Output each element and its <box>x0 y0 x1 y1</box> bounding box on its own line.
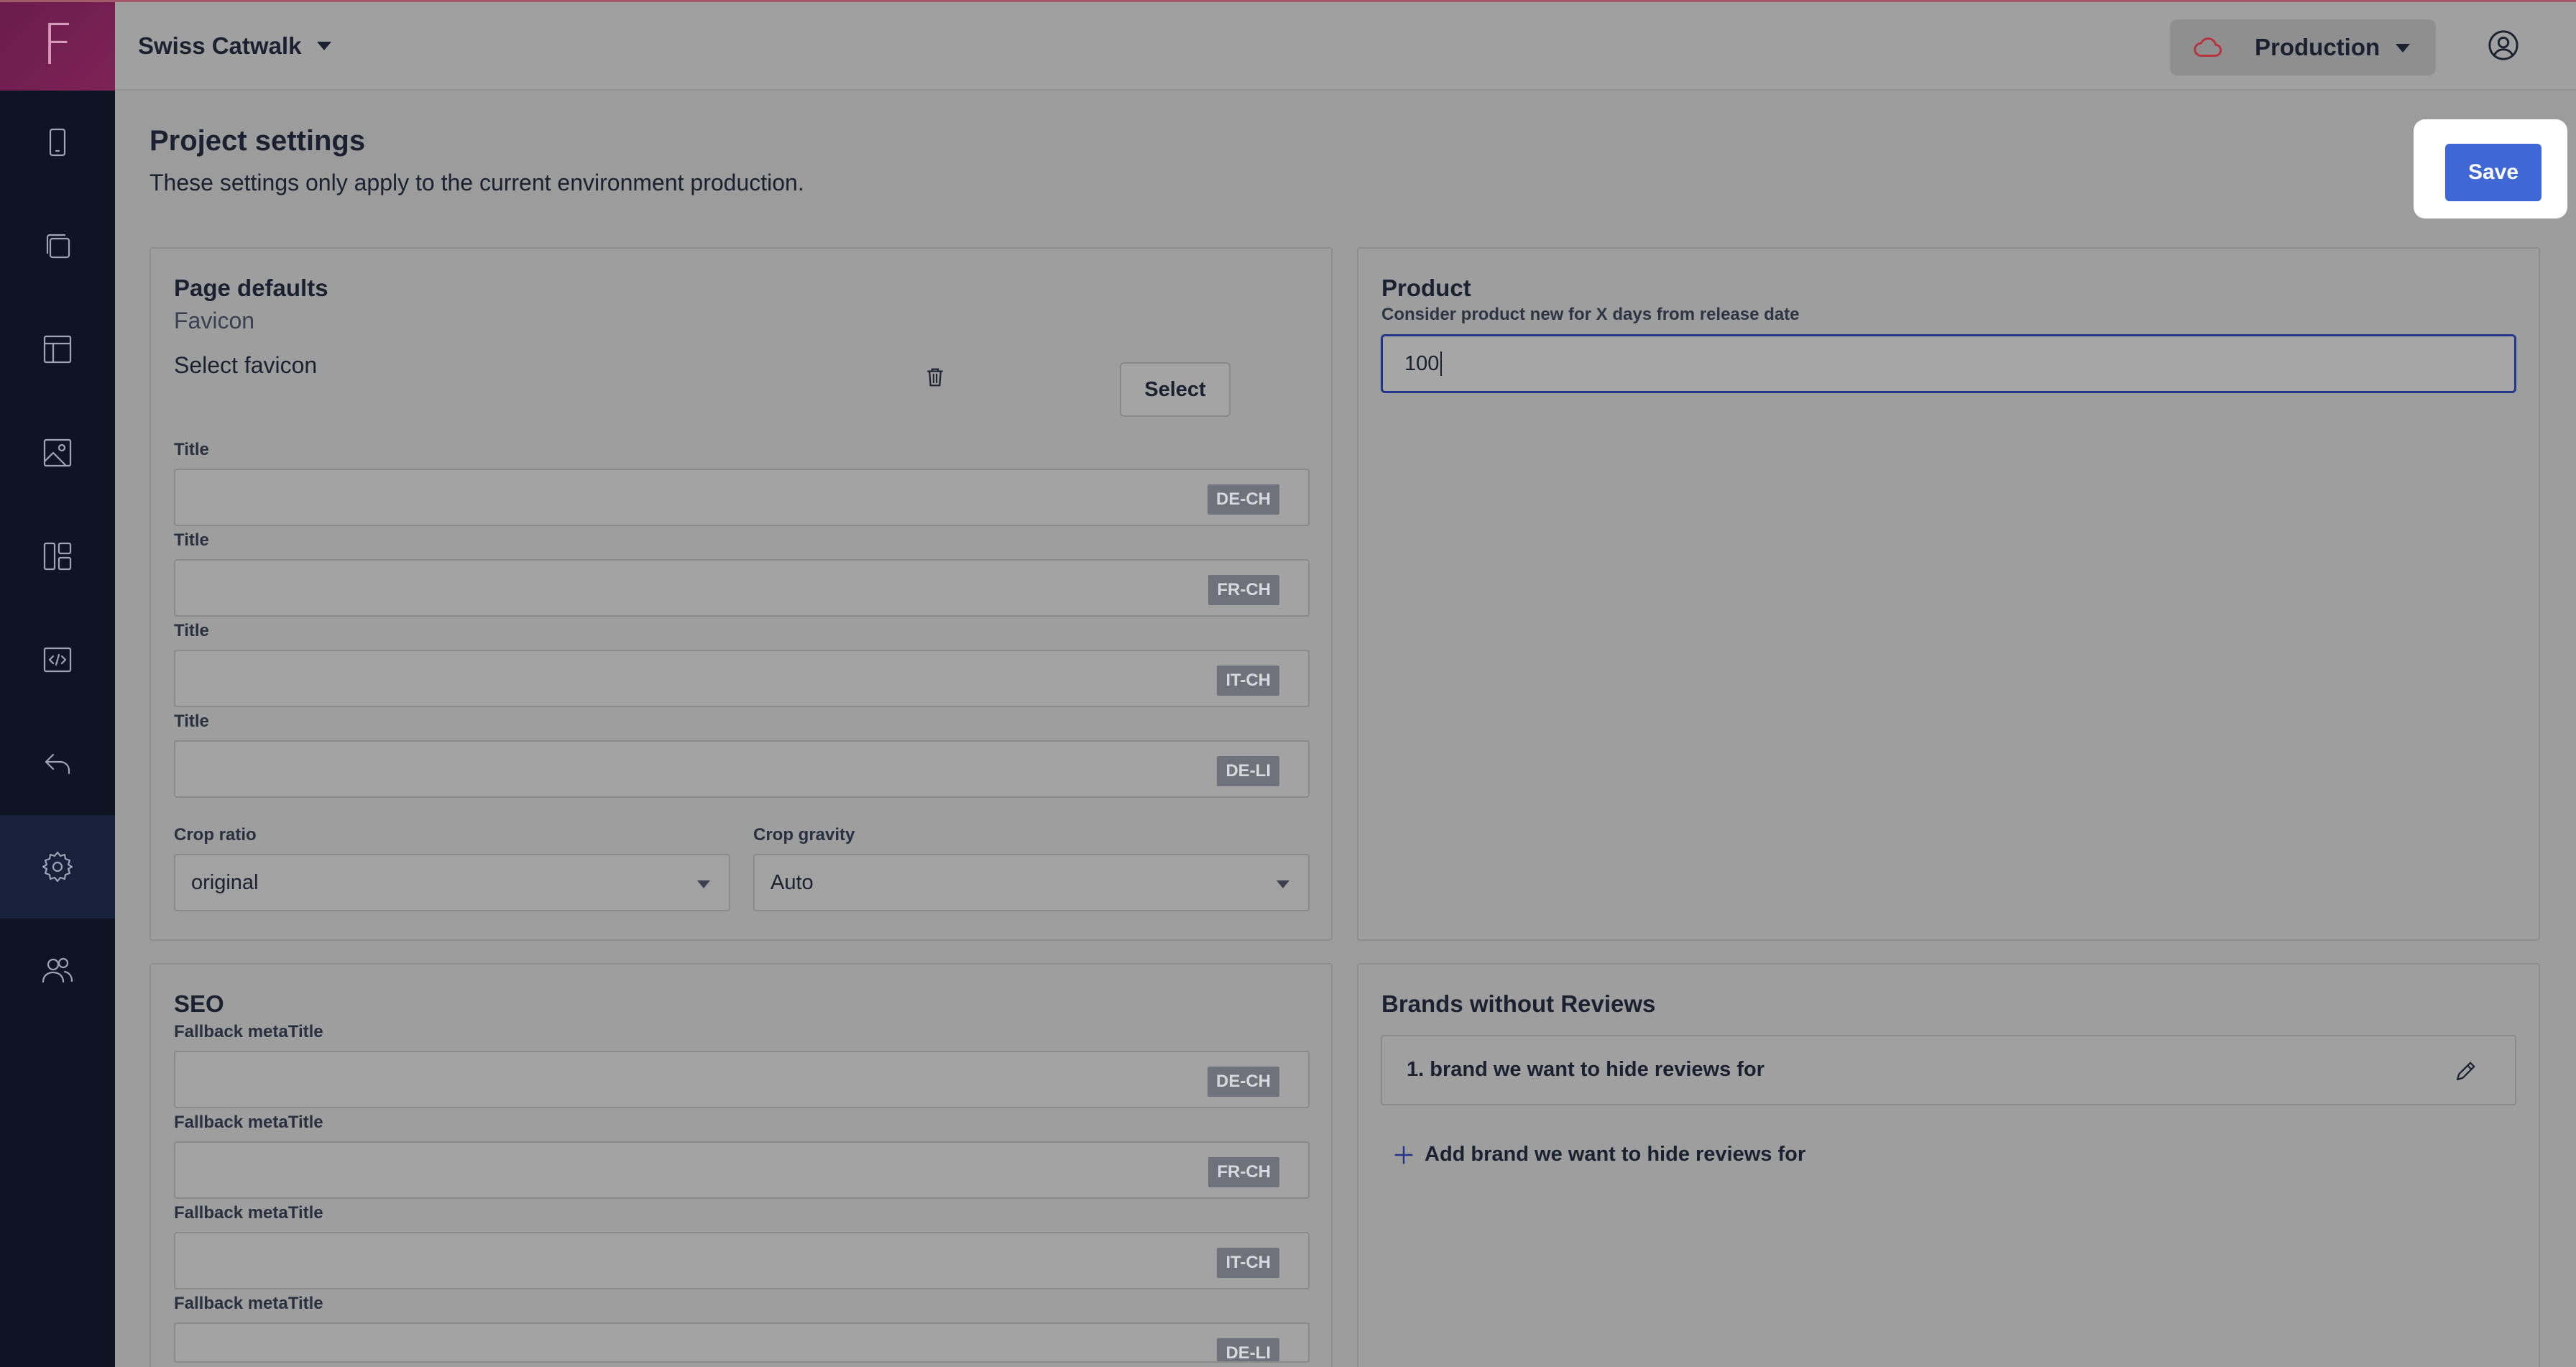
favicon-placeholder: Select favicon <box>174 352 318 378</box>
environment-switcher[interactable]: Production <box>2170 19 2436 75</box>
components-icon <box>43 542 72 571</box>
page-defaults-title: Page defaults <box>174 275 328 301</box>
seo-title: SEO <box>174 990 224 1017</box>
title-label-fr-ch: Title <box>174 530 209 550</box>
sidebar: F <box>0 0 115 1367</box>
chevron-down-icon <box>317 42 332 50</box>
sidebar-item-devices[interactable] <box>0 91 115 194</box>
edit-pencil-icon[interactable] <box>2453 1058 2479 1084</box>
sidebar-item-layouts[interactable] <box>0 298 115 401</box>
locale-badge: FR-CH <box>1208 1157 1279 1187</box>
fallback-meta-label-it-ch: Fallback metaTitle <box>174 1203 323 1223</box>
sidebar-item-users[interactable] <box>0 919 115 1022</box>
brand-item-label: 1. brand we want to hide reviews for <box>1407 1058 1765 1081</box>
fallback-meta-label-de-ch: Fallback metaTitle <box>174 1022 323 1041</box>
select-favicon-button[interactable]: Select <box>1120 362 1230 417</box>
sidebar-item-redirects[interactable] <box>0 712 115 815</box>
fallback-meta-input-it-ch[interactable]: IT-CH <box>174 1232 1310 1289</box>
settings-icon <box>42 851 73 883</box>
title-input-de-li[interactable]: DE-LI <box>174 740 1310 798</box>
title-label-de-li: Title <box>174 712 209 731</box>
add-brand-label: Add brand we want to hide reviews for <box>1425 1143 1806 1166</box>
user-account-icon[interactable] <box>2487 29 2520 62</box>
add-brand-button[interactable]: Add brand we want to hide reviews for <box>1393 1143 1806 1166</box>
app-logo[interactable]: F <box>0 0 115 91</box>
mobile-icon <box>49 128 66 157</box>
sidebar-item-media[interactable] <box>0 401 115 505</box>
sidebar-item-code[interactable] <box>0 608 115 712</box>
top-accent-line <box>0 0 2576 2</box>
product-title: Product <box>1381 275 1471 301</box>
layout-icon <box>43 335 72 364</box>
locale-badge: DE-LI <box>1217 756 1279 786</box>
chevron-down-icon <box>2396 44 2410 52</box>
title-input-fr-ch[interactable]: FR-CH <box>174 559 1310 617</box>
project-switcher[interactable]: Swiss Catwalk <box>138 29 332 63</box>
chevron-down-icon <box>1276 880 1289 888</box>
locale-badge: IT-CH <box>1217 1248 1279 1278</box>
favicon-label: Favicon <box>174 308 255 333</box>
project-name: Swiss Catwalk <box>138 32 302 59</box>
new-days-label: Consider product new for X days from rel… <box>1381 305 1800 324</box>
locale-badge: IT-CH <box>1217 666 1279 696</box>
locale-badge: FR-CH <box>1208 575 1279 605</box>
plus-icon <box>1394 1146 1413 1164</box>
redirect-icon <box>45 753 70 775</box>
new-days-input[interactable]: 100 <box>1381 334 2516 393</box>
title-input-it-ch[interactable]: IT-CH <box>174 650 1310 707</box>
crop-gravity-value: Auto <box>770 870 814 894</box>
fallback-meta-input-de-ch[interactable]: DE-CH <box>174 1051 1310 1108</box>
crop-ratio-value: original <box>191 870 259 894</box>
crop-gravity-label: Crop gravity <box>753 825 855 844</box>
brands-title: Brands without Reviews <box>1381 990 1656 1017</box>
media-icon <box>43 438 72 467</box>
logo-letter: F <box>41 13 74 78</box>
new-days-value: 100 <box>1404 351 1440 375</box>
users-icon <box>42 957 73 983</box>
page-subtitle: These settings only apply to the current… <box>150 170 804 195</box>
sidebar-item-settings[interactable] <box>0 815 115 919</box>
fallback-meta-input-de-li[interactable]: DE-LI <box>174 1322 1310 1363</box>
list-item[interactable]: 1. brand we want to hide reviews for <box>1381 1035 2516 1105</box>
fallback-meta-input-fr-ch[interactable]: FR-CH <box>174 1141 1310 1199</box>
title-label-it-ch: Title <box>174 621 209 640</box>
crop-ratio-select[interactable]: original <box>174 854 730 911</box>
pages-icon <box>46 234 70 259</box>
save-button[interactable]: Save <box>2445 144 2542 201</box>
fallback-meta-label-fr-ch: Fallback metaTitle <box>174 1113 323 1132</box>
sidebar-item-pages[interactable] <box>0 194 115 298</box>
environment-name: Production <box>2255 34 2380 60</box>
locale-badge: DE-CH <box>1208 484 1279 515</box>
title-input-de-ch[interactable]: DE-CH <box>174 469 1310 526</box>
cloud-icon <box>2194 37 2222 57</box>
page-title: Project settings <box>150 125 366 157</box>
chevron-down-icon <box>697 880 710 888</box>
trash-icon[interactable] <box>923 365 947 390</box>
crop-gravity-select[interactable]: Auto <box>753 854 1310 911</box>
code-icon <box>43 647 72 673</box>
locale-badge: DE-CH <box>1208 1067 1279 1097</box>
sidebar-item-components[interactable] <box>0 505 115 608</box>
fallback-meta-label-de-li: Fallback metaTitle <box>174 1294 323 1313</box>
text-cursor <box>1440 351 1443 376</box>
locale-badge: DE-LI <box>1217 1338 1279 1361</box>
crop-ratio-label: Crop ratio <box>174 825 257 844</box>
title-label-de-ch: Title <box>174 440 209 459</box>
